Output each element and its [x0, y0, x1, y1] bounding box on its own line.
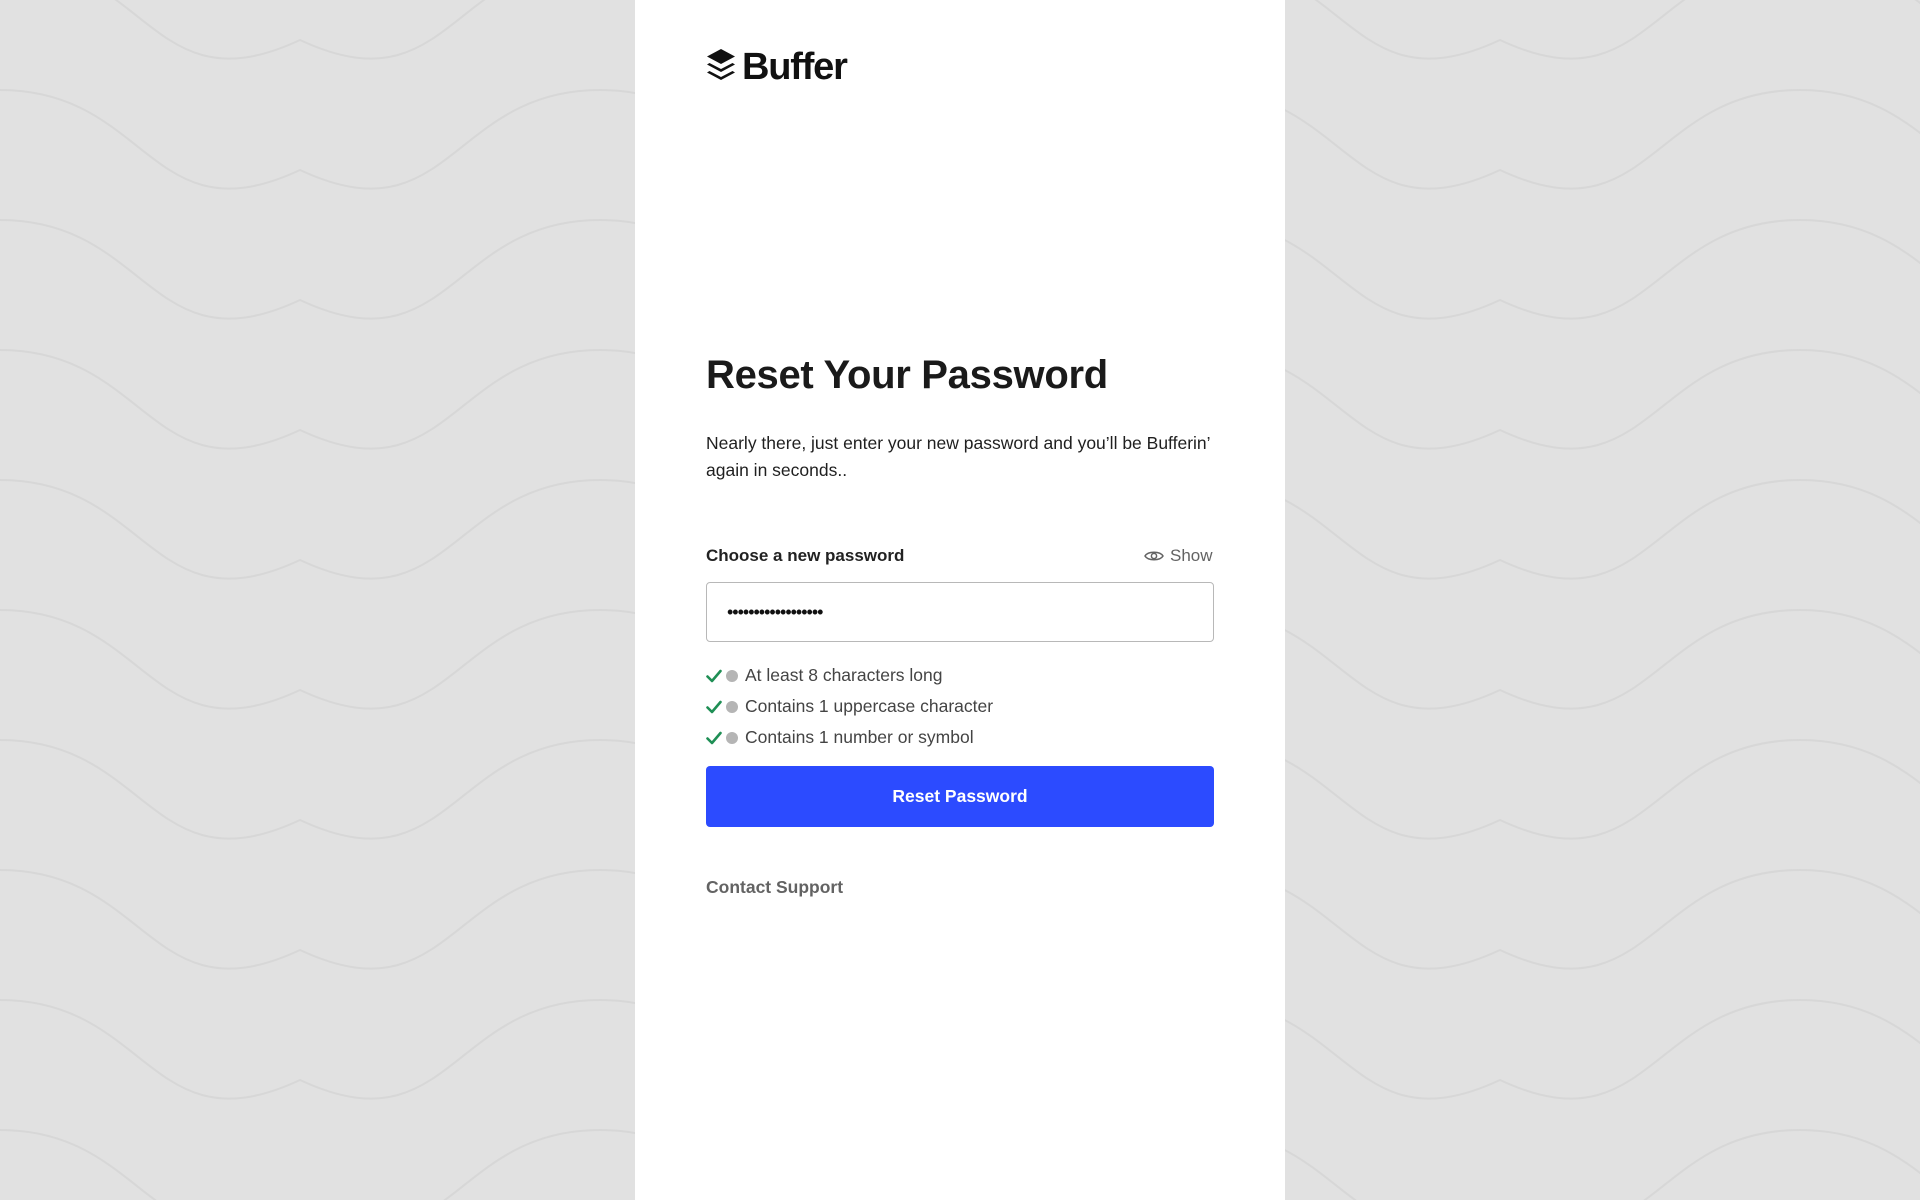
- requirement-label: At least 8 characters long: [745, 665, 943, 685]
- requirement-item: At least 8 characters long: [706, 660, 993, 691]
- requirement-label: Contains 1 uppercase character: [745, 696, 994, 716]
- reset-password-button[interactable]: Reset Password: [706, 766, 1214, 827]
- status-dot-icon: [726, 731, 738, 744]
- brand-name: Buffer: [742, 46, 848, 88]
- checkmark-icon: [706, 700, 722, 713]
- eye-icon: [1144, 551, 1164, 561]
- buffer-layers-icon: [707, 49, 735, 80]
- checkmark-icon: [706, 731, 722, 744]
- buffer-logo: Buffer: [706, 46, 848, 88]
- show-password-label: Show: [1170, 546, 1213, 565]
- page-title: Reset Your Password: [706, 353, 1108, 397]
- page-subtitle: Nearly there, just enter your new passwo…: [706, 433, 1210, 480]
- contact-support-link[interactable]: Contact Support: [706, 877, 843, 898]
- requirement-label: Contains 1 number or symbol: [745, 727, 974, 747]
- show-password-toggle[interactable]: Show: [1144, 546, 1213, 566]
- status-dot-icon: [726, 669, 738, 682]
- checkmark-icon: [706, 669, 722, 682]
- password-field-label: Choose a new password: [706, 546, 905, 565]
- requirement-item: Contains 1 uppercase character: [706, 691, 993, 722]
- reset-password-panel: Buffer Reset Your Password Nearly there,…: [635, 0, 1285, 1200]
- password-requirements-list: At least 8 characters long Contains 1 up…: [706, 660, 993, 753]
- status-dot-icon: [726, 700, 738, 713]
- requirement-item: Contains 1 number or symbol: [706, 722, 993, 753]
- new-password-input[interactable]: [706, 582, 1214, 642]
